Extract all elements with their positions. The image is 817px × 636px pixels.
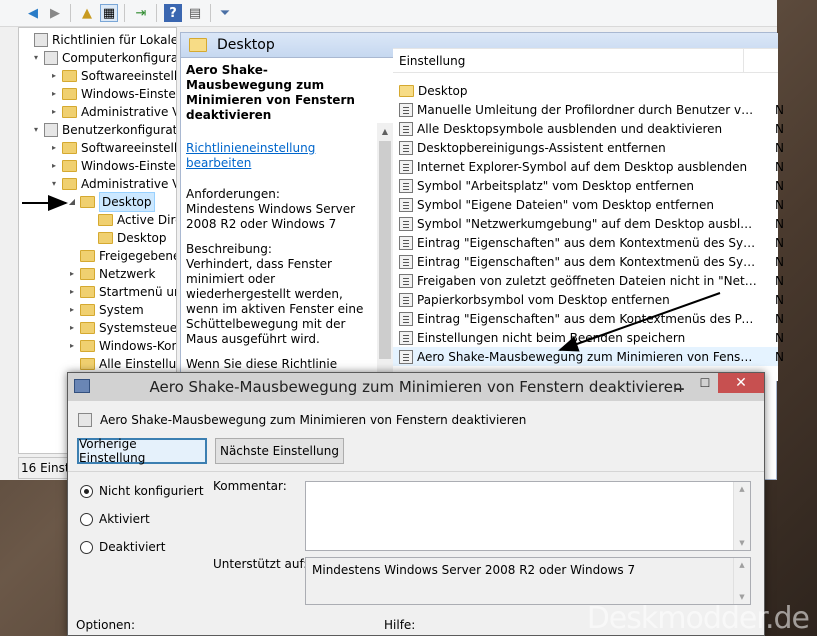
arrow-to-aero-shake-setting [558,292,721,352]
supported-scrollbar[interactable]: ▲ ▼ [733,558,750,604]
scroll-down-icon[interactable]: ▼ [734,536,750,550]
radio-enabled-label: Aktiviert [99,512,150,526]
dialog-subtitle-row: Aero Shake-Mausbewegung zum Minimieren v… [78,413,526,427]
dialog-divider [68,471,764,472]
supported-value: Mindestens Windows Server 2008 R2 oder W… [312,563,636,577]
radio-disabled-label: Deaktiviert [99,540,166,554]
comment-label: Kommentar: [213,479,287,493]
policy-setting-dialog: Aero Shake-Mausbewegung zum Minimieren v… [67,372,765,636]
dialog-subtitle: Aero Shake-Mausbewegung zum Minimieren v… [100,413,527,427]
next-setting-button[interactable]: Nächste Einstellung [215,438,344,464]
comment-textarea[interactable]: ▲ ▼ [305,481,751,551]
radio-enabled-indicator[interactable] [80,512,93,526]
watermark: Deskmodder.de [586,601,810,636]
radio-not-configured[interactable]: Nicht konfiguriert [80,484,204,498]
radio-disabled-indicator[interactable] [80,540,93,554]
supported-label: Unterstützt auf: [213,557,308,571]
radio-enabled[interactable]: Aktiviert [80,512,150,526]
radio-not-configured-indicator[interactable] [80,484,93,498]
dialog-titlebar: Aero Shake-Mausbewegung zum Minimieren v… [68,373,764,401]
comment-scrollbar[interactable]: ▲ ▼ [733,482,750,550]
radio-not-configured-label: Nicht konfiguriert [99,484,204,498]
radio-disabled[interactable]: Deaktiviert [80,540,165,554]
previous-setting-button[interactable]: Vorherige Einstellung [77,437,207,465]
options-label: Optionen: [76,618,136,632]
supported-on-field: Mindestens Windows Server 2008 R2 oder W… [305,557,751,605]
policy-icon [78,413,92,427]
dialog-title: Aero Shake-Mausbewegung zum Minimieren v… [149,378,683,396]
scroll-up-icon[interactable]: ▲ [734,558,750,572]
minimize-icon[interactable]: ▁ [666,373,692,393]
scroll-up-icon[interactable]: ▲ [734,482,750,496]
maximize-icon[interactable]: ☐ [692,373,718,393]
help-label: Hilfe: [384,618,416,632]
comment-value [306,482,750,492]
close-icon[interactable]: ✕ [718,373,764,393]
